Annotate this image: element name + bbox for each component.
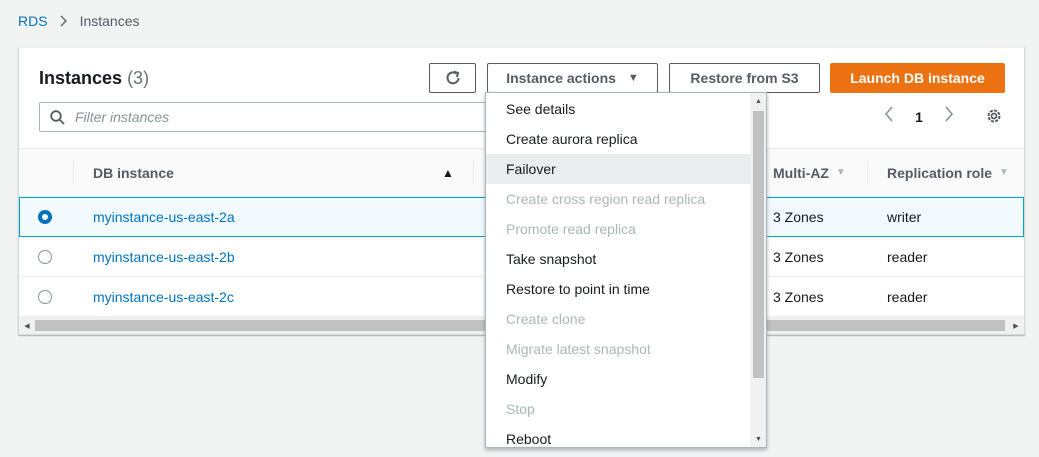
db-instance-link[interactable]: myinstance-us-east-2a xyxy=(93,198,235,236)
title-text: Instances xyxy=(39,68,123,88)
breadcrumb-current: Instances xyxy=(79,13,140,29)
column-divider xyxy=(867,161,868,185)
breadcrumb-rds-link[interactable]: RDS xyxy=(18,13,48,29)
radio-selected-icon xyxy=(38,210,52,224)
sort-ascending-icon[interactable]: ▲ xyxy=(442,149,454,196)
sort-icon: ▼ xyxy=(835,167,846,178)
current-page[interactable]: 1 xyxy=(899,109,939,125)
restore-from-s3-button[interactable]: Restore from S3 xyxy=(669,63,820,93)
page-title: Instances (3) xyxy=(39,68,149,89)
column-divider xyxy=(73,161,74,185)
multi-az-cell: 3 Zones xyxy=(773,209,824,225)
replication-role-cell: reader xyxy=(887,288,928,305)
db-instance-link[interactable]: myinstance-us-east-2b xyxy=(93,237,235,276)
instance-actions-label: Instance actions xyxy=(506,70,616,86)
instance-actions-button[interactable]: Instance actions ▼ xyxy=(487,63,658,93)
column-header-multi-az[interactable]: Multi-AZ ▼ xyxy=(773,149,846,196)
scrollbar-thumb[interactable] xyxy=(753,111,764,378)
scroll-up-icon[interactable]: ▲ xyxy=(750,93,766,109)
multi-az-cell: 3 Zones xyxy=(773,248,824,265)
instance-count: (3) xyxy=(127,68,150,88)
caret-down-icon: ▼ xyxy=(627,72,639,84)
filter-input[interactable]: Filter instances xyxy=(39,102,499,132)
filter-placeholder: Filter instances xyxy=(75,109,170,125)
sort-icon: ▼ xyxy=(999,167,1009,178)
search-icon xyxy=(50,109,65,125)
menu-item-create-aurora-replica[interactable]: Create aurora replica xyxy=(486,124,750,154)
menu-item-migrate-latest-snapshot: Migrate latest snapshot xyxy=(506,341,651,357)
menu-item-promote-read-replica: Promote read replica xyxy=(506,221,636,237)
replication-role-cell: writer xyxy=(887,209,922,225)
menu-item-see-details[interactable]: See details xyxy=(486,94,750,124)
column-header-db-instance-label: DB instance xyxy=(93,164,174,181)
instance-actions-menu: See details Create aurora replica Failover… xyxy=(485,92,767,448)
row-radio[interactable] xyxy=(38,237,52,276)
refresh-button[interactable] xyxy=(429,63,476,93)
replication-role-cell: reader xyxy=(887,248,928,265)
row-radio[interactable] xyxy=(38,198,52,236)
menu-item-reboot[interactable]: Reboot xyxy=(486,424,750,447)
db-instance-link[interactable]: myinstance-us-east-2c xyxy=(93,277,234,316)
scroll-left-icon[interactable]: ◀ xyxy=(19,317,35,334)
menu-item-failover[interactable]: Failover xyxy=(486,154,750,184)
vertical-scrollbar[interactable]: ▲ ▼ xyxy=(750,93,766,447)
chevron-right-icon xyxy=(60,15,68,27)
pagination: 1 xyxy=(879,106,959,127)
launch-db-instance-button[interactable]: Launch DB instance xyxy=(830,63,1005,93)
column-divider xyxy=(473,161,474,185)
menu-item-restore-to-point-in-time[interactable]: Restore to point in time xyxy=(486,274,750,304)
radio-unselected-icon xyxy=(38,289,52,304)
chevron-right-icon[interactable] xyxy=(939,106,959,127)
column-header-db-instance[interactable]: DB instance xyxy=(93,149,174,196)
multi-az-cell: 3 Zones xyxy=(773,288,824,305)
gear-icon[interactable] xyxy=(985,107,1003,130)
column-header-replication-role-label: Replication role xyxy=(887,164,993,181)
refresh-icon xyxy=(446,70,459,85)
menu-item-create-clone: Create clone xyxy=(506,311,586,327)
row-radio[interactable] xyxy=(38,277,52,316)
radio-unselected-icon xyxy=(38,249,52,264)
menu-item-stop: Stop xyxy=(506,401,535,417)
menu-item-take-snapshot[interactable]: Take snapshot xyxy=(486,244,750,274)
chevron-left-icon[interactable] xyxy=(879,106,899,127)
scroll-right-icon[interactable]: ▶ xyxy=(1008,317,1024,334)
column-header-multi-az-label: Multi-AZ xyxy=(773,164,829,181)
breadcrumb: RDS Instances xyxy=(18,13,140,29)
column-header-replication-role[interactable]: Replication role ▼ xyxy=(887,149,1009,196)
scroll-down-icon[interactable]: ▼ xyxy=(750,431,766,447)
menu-item-modify[interactable]: Modify xyxy=(486,364,750,394)
menu-item-create-cross-region-read-replica: Create cross region read replica xyxy=(506,191,706,207)
